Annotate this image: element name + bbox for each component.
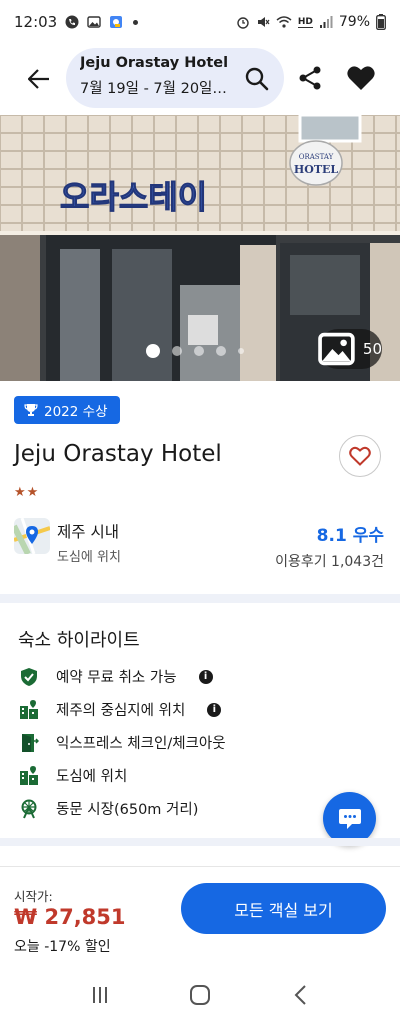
highlight-label: 동문 시장(650m 거리) [56,802,199,818]
gallery-dot[interactable] [216,346,226,356]
price-from-label: 시작가: [14,889,53,904]
highlight-express-checkin: 익스프레스 체크인/체크아웃 [18,726,318,759]
info-icon[interactable]: i [207,702,222,717]
info-icon[interactable]: i [198,669,213,684]
recents-button[interactable] [85,980,115,1010]
map-pin-icon [14,518,50,554]
status-time: 12:03 [14,13,58,31]
highlight-label: 예약 무료 취소 가능 [56,670,177,686]
booking-bar: 시작가: ₩ 27,851 오늘 -17% 할인 모든 객실 보기 [0,866,400,966]
heart-outline-icon [349,446,371,466]
gallery-dot[interactable] [194,346,204,356]
battery-icon [376,14,386,30]
share-icon[interactable] [296,64,324,92]
sign-english-bottom: HOTEL [294,163,339,176]
highlights-title: 숙소 하이라이트 [18,630,140,651]
app-header: Jeju Orastay Hotel 7월 19일 - 7월 20일, ... [0,44,400,112]
door-icon [18,732,40,754]
photo-gallery[interactable]: ORASTAY HOTEL 오라스테이 50 [0,115,400,381]
image-icon [318,332,355,366]
shield-check-icon [18,666,40,688]
guest-rating[interactable]: 8.1 우수 [317,521,384,546]
chevron-left-icon [294,985,306,1005]
home-icon [190,985,210,1005]
highlights-list: 예약 무료 취소 가능 i 제주의 중심지에 위치 i 익스프레스 체크인/체크… [18,660,318,825]
system-nav-bar [0,966,400,1024]
search-icon[interactable] [244,66,270,92]
highlight-label: 도심에 위치 [56,769,128,785]
award-label: 2022 수상 [44,404,108,420]
photo-count-label: 50 [362,340,382,358]
recents-icon [93,987,107,1003]
hotel-name: Jeju Orastay Hotel [14,441,222,467]
highlight-free-cancellation: 예약 무료 취소 가능 i [18,660,318,693]
status-bar: 12:03 HD 79% [0,0,400,44]
view-all-rooms-button[interactable]: 모든 객실 보기 [181,883,386,934]
heart-filled-icon[interactable] [346,64,376,92]
gallery-dot[interactable] [146,344,160,358]
highlight-central-location: 제주의 중심지에 위치 i [18,693,318,726]
map-thumbnail[interactable] [14,518,50,554]
pill-dates: 7월 19일 - 7월 20일, ... [80,81,230,97]
highlight-label: 제주의 중심지에 위치 [56,703,186,719]
location-subtitle: 도심에 위치 [57,550,121,565]
price: ₩ 27,851 [14,905,126,929]
notification-dot-icon [133,19,139,25]
gallery-dots [146,344,244,358]
ferris-wheel-icon [18,798,40,820]
gallery-dot[interactable] [172,346,182,356]
hd-label: HD [297,16,313,28]
highlight-label: 익스프레스 체크인/체크아웃 [56,736,226,752]
city-icon [18,765,40,787]
back-button[interactable] [22,62,56,96]
search-summary-pill[interactable]: Jeju Orastay Hotel 7월 19일 - 7월 20일, ... [66,48,284,108]
call-icon [65,15,79,29]
signal-icon [319,16,333,28]
chat-bubble-icon [338,808,361,829]
mute-icon [257,17,270,27]
section-divider [0,594,400,603]
sign-korean: 오라스테이 [60,178,207,216]
home-button[interactable] [185,980,215,1010]
discount-text: 오늘 -17% 할인 [14,939,111,955]
alarm-icon [237,17,249,29]
gallery-icon [87,16,101,28]
battery-level: 79% [338,14,370,30]
back-nav-button[interactable] [285,980,315,1010]
sign-english-top: ORASTAY [299,153,334,161]
star-rating: ★★ [14,485,40,500]
award-badge: 2022 수상 [14,396,120,424]
highlight-downtown: 도심에 위치 [18,759,318,792]
google-icon [110,16,123,28]
city-pin-icon [18,699,40,721]
back-arrow-icon [28,69,49,89]
highlight-dongmun-market: 동문 시장(650m 거리) [18,792,318,825]
photo-count-button[interactable]: 50 [318,329,382,369]
section-divider [0,838,400,846]
trophy-icon [24,404,38,416]
location-name: 제주 시내 [57,523,119,541]
gallery-dot[interactable] [238,348,244,354]
wifi-icon [276,16,292,28]
save-favorite-button[interactable] [339,435,381,477]
review-count[interactable]: 이용후기 1,043건 [275,551,384,571]
